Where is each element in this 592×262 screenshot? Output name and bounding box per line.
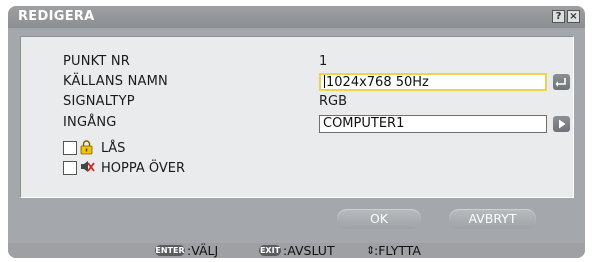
enter-hint-text: :VÄLJ [187,243,219,258]
cancel-button[interactable]: AVBRYT [449,209,536,229]
exit-hint-text: :AVSLUT [283,243,335,258]
entry-number-value: 1 [319,54,328,69]
source-name-label: KÄLLANS NAMN [63,74,168,89]
lock-icon [80,140,93,155]
text-cursor [324,75,325,88]
source-name-input[interactable]: 1024x768 50Hz [319,73,547,91]
skip-icon [81,161,95,172]
input-label: INGÅNG [63,115,117,130]
lock-label: LÅS [101,141,126,156]
key-hint-bar: ENTER :VÄLJ EXIT :AVSLUT ⇕ :FLYTTA [8,243,585,258]
ok-button[interactable]: OK [337,209,421,229]
edit-dialog: REDIGERA ? × PUNKT NR 1 KÄLLANS NAMN 102… [8,6,585,258]
exit-key-icon: EXIT [259,245,281,256]
enter-key-icon: ENTER [155,245,185,256]
move-hint-text: :FLYTTA [374,243,421,258]
skip-checkbox[interactable] [63,161,77,175]
enter-icon [555,78,566,87]
close-icon: × [569,11,578,22]
enter-button[interactable] [553,74,570,90]
help-button[interactable]: ? [552,10,565,23]
lock-checkbox[interactable] [63,141,77,155]
skip-label: HOPPA ÖVER [101,161,186,176]
input-select-arrow-button[interactable] [553,116,570,132]
input-select-value: COMPUTER1 [323,116,405,131]
close-button[interactable]: × [567,10,580,23]
dialog-title: REDIGERA [18,9,95,24]
signal-type-label: SIGNALTYP [63,94,135,109]
play-arrow-icon [559,119,566,129]
title-bar: REDIGERA ? × [8,6,585,28]
signal-type-value: RGB [319,94,348,109]
form-panel: PUNKT NR 1 KÄLLANS NAMN 1024x768 50Hz SI… [20,36,574,198]
entry-number-label: PUNKT NR [63,54,131,69]
help-icon: ? [555,11,562,22]
source-name-value: 1024x768 50Hz [326,75,429,90]
input-select[interactable]: COMPUTER1 [319,115,547,133]
